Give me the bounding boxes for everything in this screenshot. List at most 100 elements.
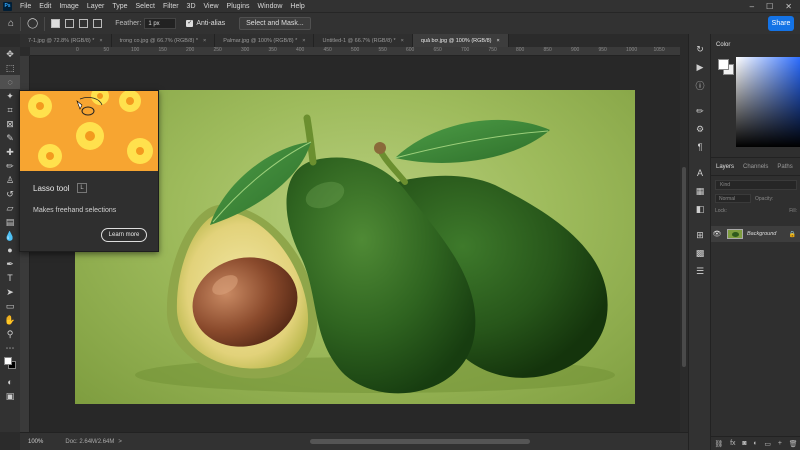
tab-layers[interactable]: Layers [716, 164, 734, 170]
color-swatches[interactable] [0, 355, 20, 375]
clone-stamp-tool-icon[interactable]: ♙ [0, 173, 20, 187]
screen-mode-icon[interactable]: ▣ [0, 389, 20, 403]
healing-brush-tool-icon[interactable]: ✚ [0, 145, 20, 159]
actions-panel-icon[interactable]: ▶ [689, 58, 711, 76]
paragraph-icon[interactable]: ¶ [689, 138, 711, 156]
new-selection-icon[interactable] [51, 19, 61, 28]
adjustment-layer-icon[interactable]: ◐ [753, 440, 757, 447]
more-tools-icon[interactable]: ⋯ [0, 341, 20, 355]
menu-select[interactable]: Select [132, 3, 159, 10]
ruler-number: 350 [268, 47, 277, 53]
quick-mask-icon[interactable]: ◐ [0, 375, 20, 389]
anti-alias-checkbox[interactable]: ✓ [186, 20, 194, 27]
history-brush-tool-icon[interactable]: ↺ [0, 187, 20, 201]
type-tool-icon[interactable]: T [0, 271, 20, 285]
tab-channels[interactable]: Channels [743, 164, 768, 170]
close-icon[interactable]: ✕ [785, 2, 792, 11]
eyedropper-tool-icon[interactable]: ✎ [0, 131, 20, 145]
link-layers-icon[interactable]: ⛓ [714, 440, 723, 448]
gradient-tool-icon[interactable]: ▤ [0, 215, 20, 229]
intersect-selection-icon[interactable] [93, 19, 103, 28]
magic-wand-tool-icon[interactable]: ✦ [0, 89, 20, 103]
visibility-eye-icon[interactable]: 👁 [711, 230, 723, 238]
tab-document-3[interactable]: Palmar.jpg @ 100% (RGB/8) * × [215, 34, 315, 47]
tab-document-active[interactable]: quả bơ.jpg @ 100% (RGB/8) × [412, 34, 509, 47]
frame-tool-icon[interactable]: ⊠ [0, 117, 20, 131]
close-tab-icon[interactable]: × [496, 38, 499, 44]
menu-type[interactable]: Type [108, 3, 131, 10]
history-panel-icon[interactable]: ↻ [689, 40, 711, 58]
menu-plugins[interactable]: Plugins [223, 3, 254, 10]
blur-tool-icon[interactable]: 💧 [0, 229, 20, 243]
menu-window[interactable]: Window [254, 3, 287, 10]
properties-icon[interactable]: ☰ [689, 262, 711, 280]
vertical-scrollbar[interactable] [680, 47, 688, 432]
layer-row-background[interactable]: 👁 Background 🔒 [711, 226, 800, 242]
tab-document-2[interactable]: trong co.jpg @ 66.7% (RGB/8) * × [111, 34, 216, 47]
brush-settings-icon[interactable]: ✏ [689, 102, 711, 120]
zoom-tool-icon[interactable]: ⚲ [0, 327, 20, 341]
libraries-icon[interactable]: ⊞ [689, 226, 711, 244]
feather-input[interactable]: 1 px [144, 18, 177, 29]
menu-edit[interactable]: Edit [35, 3, 55, 10]
tab-document-4[interactable]: Untitled-1 @ 66.7% (RGB/8) * × [314, 34, 413, 47]
crop-tool-icon[interactable]: ⌗ [0, 103, 20, 117]
patterns-icon[interactable]: ▩ [689, 244, 711, 262]
color-panel-title[interactable]: Color [716, 42, 730, 48]
foreground-color-swatch[interactable] [4, 357, 12, 365]
new-group-icon[interactable]: ▭ [764, 440, 771, 448]
rectangle-tool-icon[interactable]: ▭ [0, 299, 20, 313]
hand-tool-icon[interactable]: ✋ [0, 313, 20, 327]
select-and-mask-button[interactable]: Select and Mask... [239, 17, 311, 30]
ruler-number: 50 [103, 47, 110, 53]
close-tab-icon[interactable]: × [302, 38, 305, 44]
menu-layer[interactable]: Layer [83, 3, 109, 10]
tab-paths[interactable]: Paths [777, 164, 792, 170]
minimize-icon[interactable]: – [750, 2, 754, 11]
move-tool-icon[interactable]: ✥ [0, 47, 20, 61]
tab-document-1[interactable]: 7-1.jpg @ 72.8% (RGB/8) * × [20, 34, 112, 47]
menu-help[interactable]: Help [286, 3, 308, 10]
close-tab-icon[interactable]: × [99, 38, 102, 44]
new-layer-icon[interactable]: + [778, 440, 782, 447]
status-menu-arrow[interactable]: > [118, 439, 122, 445]
horizontal-scrollbar[interactable] [310, 439, 530, 444]
character-icon[interactable]: A [689, 164, 711, 182]
path-selection-tool-icon[interactable]: ➤ [0, 285, 20, 299]
foreground-color-chip[interactable] [718, 59, 729, 70]
home-icon[interactable]: ⌂ [8, 18, 14, 29]
lasso-tool-icon[interactable]: ◌ [0, 75, 20, 89]
layer-style-icon[interactable]: fx [730, 440, 735, 447]
blend-mode-select[interactable]: Normal [715, 194, 751, 203]
pen-tool-icon[interactable]: ✒ [0, 257, 20, 271]
add-selection-icon[interactable] [65, 19, 75, 28]
dodge-tool-icon[interactable]: ● [0, 243, 20, 257]
zoom-level[interactable]: 100% [28, 439, 43, 445]
info-panel-icon[interactable]: ⓘ [689, 76, 711, 94]
learn-more-button[interactable]: Learn more [101, 228, 147, 242]
close-tab-icon[interactable]: × [203, 38, 206, 44]
menu-view[interactable]: View [200, 3, 223, 10]
menu-3d[interactable]: 3D [183, 3, 200, 10]
marquee-tool-icon[interactable]: ⬚ [0, 61, 20, 75]
share-button[interactable]: Share [768, 16, 794, 31]
eraser-tool-icon[interactable]: ▱ [0, 201, 20, 215]
menu-image[interactable]: Image [55, 3, 82, 10]
subtract-selection-icon[interactable] [79, 19, 89, 28]
layer-filter-input[interactable]: Kind [715, 180, 797, 190]
gradients-panel-icon[interactable]: ◧ [689, 200, 711, 218]
ruler-number: 300 [241, 47, 250, 53]
add-mask-icon[interactable]: ◙ [742, 440, 746, 447]
scrollbar-thumb[interactable] [682, 167, 686, 367]
close-tab-icon[interactable]: × [401, 38, 404, 44]
maximize-icon[interactable]: ☐ [766, 2, 773, 11]
menu-filter[interactable]: Filter [159, 3, 183, 10]
menu-file[interactable]: File [16, 3, 35, 10]
adjustments-icon[interactable]: ⚙ [689, 120, 711, 138]
document-canvas[interactable] [75, 90, 635, 404]
brush-tool-icon[interactable]: ✏ [0, 159, 20, 173]
color-picker-field[interactable] [736, 57, 800, 147]
delete-layer-icon[interactable]: 🗑 [789, 440, 798, 448]
lasso-preset-icon[interactable]: ◯ [27, 18, 38, 29]
swatches-panel-icon[interactable]: ▦ [689, 182, 711, 200]
